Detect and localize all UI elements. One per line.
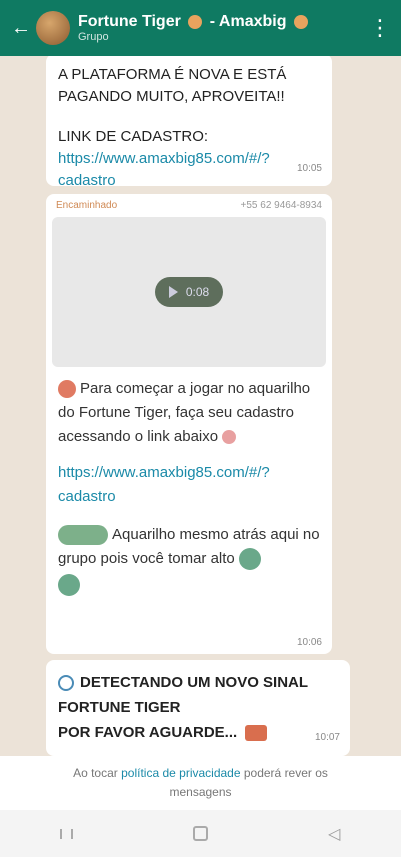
message-text: Para começar a jogar no aquarilho do For…	[58, 380, 311, 445]
message-link-block: https://www.amaxbig85.com/#/?cadastro	[46, 449, 332, 509]
message-list[interactable]: A PLATAFORMA É NOVA E ESTÁ PAGANDO MUITO…	[0, 56, 401, 756]
overflow-menu-icon[interactable]: ⋮	[369, 17, 391, 39]
notice-text: mensagens	[169, 785, 232, 799]
chat-title: Fortune Tiger - Amaxbig	[78, 13, 369, 31]
chat-header: ← Fortune Tiger - Amaxbig Grupo ⋮	[0, 0, 401, 56]
message-bubble: Encaminhado +55 62 9464-8934 0:08 Para c…	[46, 194, 332, 654]
warning-emoji-icon	[245, 725, 268, 742]
system-back-button[interactable]: ◁	[319, 824, 349, 844]
system-nav-bar: ◁	[0, 810, 401, 857]
video-thumbnail[interactable]: 0:08	[52, 217, 326, 367]
message-time: 10:06	[296, 637, 322, 648]
back-arrow-icon[interactable]: ←	[10, 17, 32, 39]
forwarded-label: Encaminhado	[56, 200, 118, 211]
chat-title-area[interactable]: Fortune Tiger - Amaxbig Grupo	[78, 13, 369, 43]
magnifier-emoji-icon	[58, 675, 74, 692]
green-emoji-icon	[58, 525, 108, 546]
message-text: A PLATAFORMA É NOVA E ESTÁ	[58, 66, 287, 83]
chat-subtitle: Grupo	[78, 31, 109, 43]
home-icon	[192, 826, 208, 841]
message-text: LINK DE CADASTRO:	[58, 128, 209, 145]
play-icon	[168, 286, 178, 298]
money-emoji-icon	[58, 574, 80, 597]
home-button[interactable]	[185, 824, 215, 844]
tiger-emoji-icon	[293, 14, 308, 29]
message-text: DETECTANDO UM NOVO SINAL	[80, 674, 309, 691]
message-text: PAGANDO MUITO, APROVEITA!!	[58, 88, 285, 105]
pin-emoji-icon	[222, 430, 237, 445]
message-bubble: DETECTANDO UM NOVO SINAL FORTUNE TIGER P…	[46, 660, 350, 756]
message-time: 10:05	[296, 163, 322, 174]
message-text-block: Para começar a jogar no aquarilho do For…	[46, 367, 332, 449]
message-text: FORTUNE TIGER	[58, 699, 181, 716]
notice-text: Ao tocar	[73, 766, 122, 780]
recents-button[interactable]	[52, 824, 82, 844]
message-text: POR FAVOR AGUARDE...	[58, 724, 238, 741]
privacy-policy-link[interactable]: política de privacidade	[121, 766, 240, 780]
message-time: 10:07	[314, 732, 340, 743]
privacy-notice: Ao tocar política de privacidade poderá …	[0, 756, 401, 810]
back-triangle-icon: ◁	[327, 825, 341, 843]
sender-phone: +55 62 9464-8934	[240, 200, 322, 211]
message-text-block: Aquarilho mesmo atrás aqui no grupo pois…	[46, 509, 332, 597]
video-duration: 0:08	[185, 285, 210, 299]
notice-text: poderá rever os	[240, 766, 328, 780]
tiger-emoji-icon	[188, 14, 203, 29]
message-bubble: A PLATAFORMA É NOVA E ESTÁ PAGANDO MUITO…	[46, 56, 332, 189]
group-avatar-icon[interactable]	[36, 11, 70, 45]
forward-row: Encaminhado +55 62 9464-8934	[46, 194, 332, 217]
signup-link[interactable]: https://www.amaxbig85.com/#/?cadastro	[58, 464, 270, 505]
signup-link[interactable]: https://www.amaxbig85.com/#/?cadastro	[58, 150, 270, 189]
recents-icon	[60, 828, 74, 839]
red-emoji-icon	[58, 380, 76, 399]
money-emoji-icon	[238, 548, 261, 571]
play-button[interactable]: 0:08	[154, 277, 224, 307]
